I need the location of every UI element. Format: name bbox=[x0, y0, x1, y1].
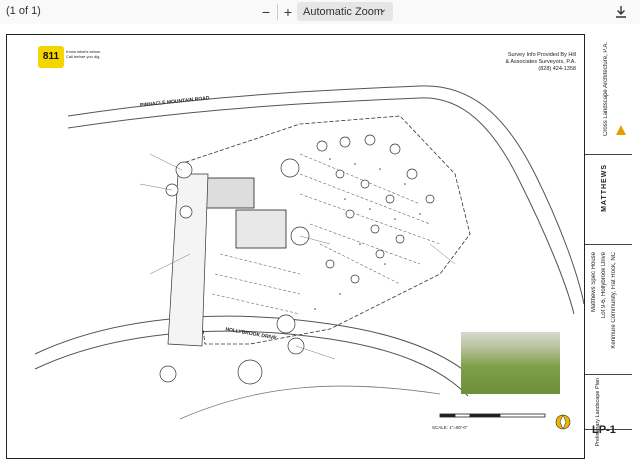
zoom-select[interactable]: Automatic Zoom ⌄ bbox=[297, 2, 393, 21]
toolbar-divider bbox=[277, 4, 278, 20]
pdf-page[interactable]: 811 Know what's below. Call before you d… bbox=[0, 24, 640, 460]
survey-line: & Associates Surveyors, P.A. bbox=[505, 59, 576, 65]
project-community: Kenmure Community, Flat Rock, NC bbox=[611, 252, 617, 349]
project-lot: Lot 9-6, Hollybrook Drive bbox=[601, 252, 607, 319]
title-block: Cross Landscape Architecture, P.A. MATTH… bbox=[584, 34, 632, 459]
project-cell: Matthews Spec House Lot 9-6, Hollybrook … bbox=[585, 244, 632, 375]
leaf-logo-icon bbox=[616, 125, 626, 135]
site-plan-drawing bbox=[34, 85, 585, 430]
scale-label: SCALE: 1"=80'-0" bbox=[432, 425, 468, 430]
pdf-toolbar: (1 of 1) − + Automatic Zoom ⌄ bbox=[0, 0, 640, 25]
client-name: MATTHEWS bbox=[601, 164, 608, 212]
survey-line: Survey Info Provided By Hill bbox=[507, 52, 576, 58]
drawing-title: Preliminary Landscape Plan bbox=[595, 378, 601, 447]
drawing-title-cell: Preliminary Landscape Plan bbox=[585, 374, 632, 446]
zoom-out-button[interactable]: − bbox=[257, 3, 275, 21]
zoom-value: Automatic Zoom bbox=[303, 5, 384, 18]
logo-811: 811 bbox=[38, 46, 64, 68]
survey-line: (828) 424-1358 bbox=[538, 66, 576, 72]
firm-cell: Cross Landscape Architecture, P.A. bbox=[585, 34, 632, 155]
save-icon[interactable] bbox=[612, 3, 630, 21]
client-cell: MATTHEWS bbox=[585, 154, 632, 245]
page-count: (1 of 1) bbox=[6, 5, 41, 17]
logo-811-tagline: Know what's below. Call before you dig. bbox=[66, 49, 101, 59]
chevron-down-icon: ⌄ bbox=[378, 4, 387, 15]
project-name: Matthews Spec House bbox=[591, 252, 597, 313]
zoom-in-button[interactable]: + bbox=[279, 3, 297, 21]
survey-info: Survey Info Provided By Hill & Associate… bbox=[480, 52, 576, 73]
firm-name: Cross Landscape Architecture, P.A. bbox=[603, 42, 609, 136]
site-photo bbox=[461, 332, 560, 394]
sheet-id: LP-1 bbox=[592, 424, 616, 436]
